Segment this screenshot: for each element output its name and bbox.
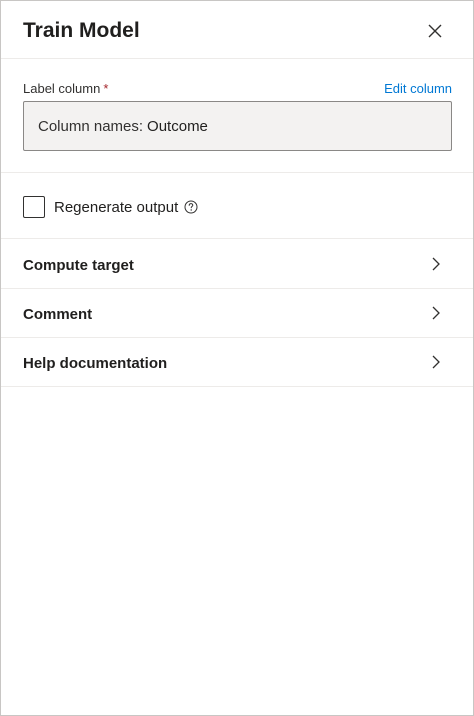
help-circle-icon[interactable] bbox=[184, 200, 198, 214]
regenerate-output-label[interactable]: Regenerate output bbox=[54, 199, 178, 216]
regenerate-output-checkbox[interactable] bbox=[23, 196, 45, 218]
label-column-text: Label column bbox=[23, 81, 101, 96]
chevron-right-icon bbox=[432, 355, 440, 369]
panel-title: Train Model bbox=[23, 19, 140, 42]
train-model-panel: Train Model Label column * Edit column Co… bbox=[0, 0, 474, 716]
regenerate-output-section: Regenerate output bbox=[1, 173, 473, 239]
edit-column-link[interactable]: Edit column bbox=[384, 81, 452, 96]
label-column-display[interactable]: Column names: Outcome bbox=[23, 101, 452, 151]
compute-target-label: Compute target bbox=[23, 257, 134, 274]
help-documentation-label: Help documentation bbox=[23, 355, 168, 372]
close-button[interactable] bbox=[421, 17, 449, 45]
close-icon bbox=[428, 24, 442, 38]
chevron-right-icon bbox=[432, 306, 440, 320]
comment-row[interactable]: Comment bbox=[1, 289, 473, 338]
comment-label: Comment bbox=[23, 306, 93, 323]
panel-header: Train Model bbox=[1, 1, 473, 59]
help-documentation-row[interactable]: Help documentation bbox=[1, 338, 473, 387]
column-names-prefix: Column names: bbox=[38, 117, 144, 135]
label-column-label: Label column * bbox=[23, 81, 108, 96]
required-marker: * bbox=[103, 81, 109, 96]
column-names-value: Outcome bbox=[147, 117, 208, 135]
compute-target-row[interactable]: Compute target bbox=[1, 240, 473, 289]
chevron-right-icon bbox=[432, 257, 440, 271]
label-column-section: Label column * Edit column Column names: … bbox=[1, 59, 473, 173]
